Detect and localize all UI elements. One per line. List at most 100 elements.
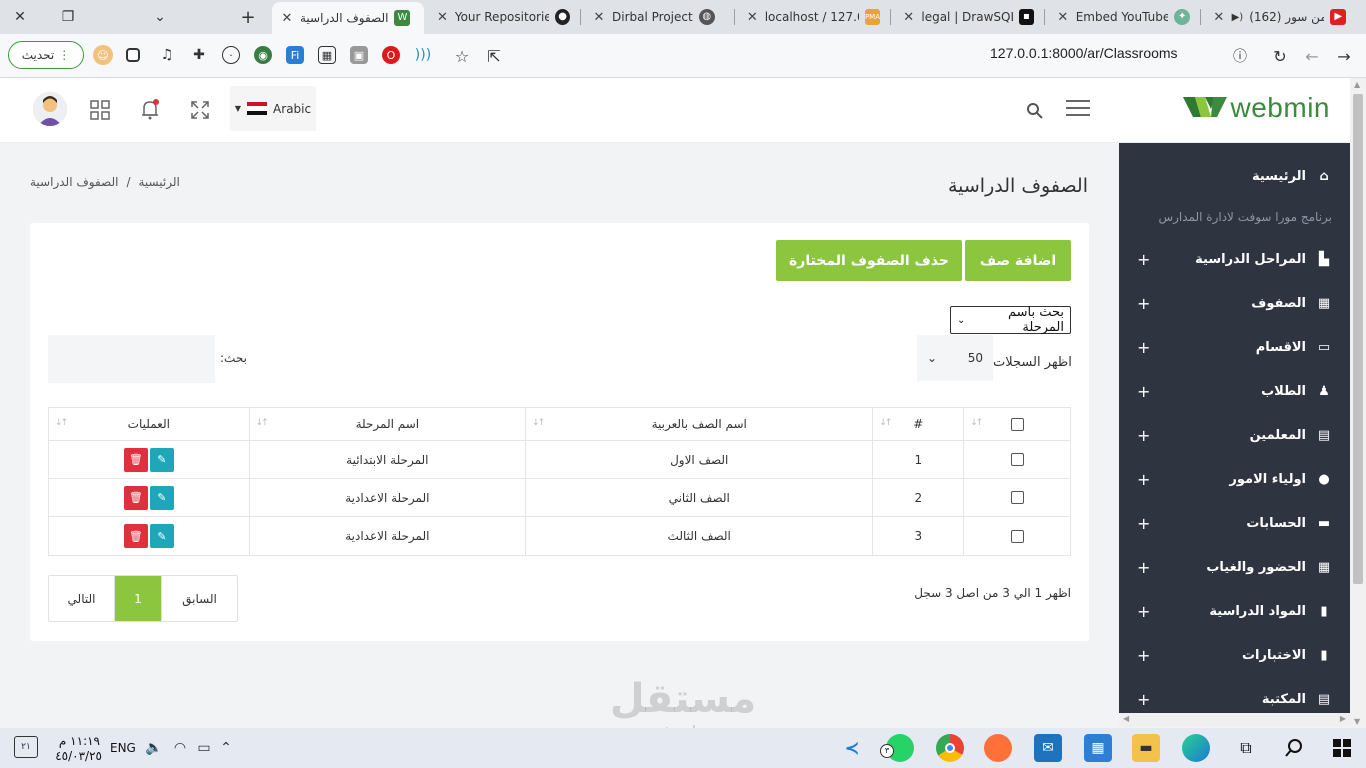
delete-selected-button[interactable]: حذف الصفوف المختارة (776, 240, 962, 281)
search-taskbar-icon[interactable] (1280, 734, 1308, 762)
sidebar-horizontal-scrollbar[interactable]: ◀ ▶ (1119, 713, 1350, 727)
input-language[interactable]: ENG (110, 741, 136, 755)
file-explorer-icon[interactable]: ▬ (1132, 734, 1160, 762)
extension-circle-icon[interactable]: · (222, 46, 240, 64)
close-tab-icon[interactable]: ✕ (1212, 10, 1226, 25)
apps-grid-icon[interactable] (88, 98, 112, 122)
tab-classrooms[interactable]: ✕ الصفوف الدراسية W (272, 2, 424, 34)
whatsapp-icon[interactable]: ٣ (880, 734, 914, 762)
row-checkbox[interactable] (1010, 491, 1024, 504)
num-header[interactable]: # ↑↓ (872, 408, 963, 440)
sidebar-item-exams[interactable]: ▮ الاختبارات + (1119, 633, 1350, 677)
previous-page-button[interactable]: السابق (161, 576, 237, 621)
actions-header[interactable]: العمليات ↑↓ (49, 408, 249, 440)
stage-header[interactable]: اسم المرحلة ↑↓ (248, 408, 525, 440)
expand-plus-icon[interactable]: + (1137, 514, 1150, 533)
mail-icon[interactable]: ✉ (1034, 734, 1062, 762)
windows-start-icon[interactable] (1328, 734, 1356, 762)
tab-dirbal[interactable]: ✕ Dirbal Project ◍ (584, 0, 732, 34)
clock-date[interactable]: ٤٥/٠٣/٢٥ (54, 749, 102, 763)
task-view-icon[interactable]: ⧉ (1232, 734, 1260, 762)
next-page-button[interactable]: التالي (49, 576, 115, 621)
extension-fi-icon[interactable]: Fi (286, 46, 304, 64)
expand-plus-icon[interactable]: + (1137, 338, 1150, 357)
site-info-icon[interactable]: ⓘ (1228, 44, 1252, 68)
expand-plus-icon[interactable]: + (1137, 646, 1150, 665)
tab-localhost[interactable]: ✕ localhost / 127.0. PMA (738, 0, 888, 34)
expand-plus-icon[interactable]: + (1137, 470, 1150, 489)
close-tab-icon[interactable]: ✕ (1056, 10, 1070, 25)
minimize-window-icon[interactable]: ⌄ (140, 0, 180, 34)
chrome-icon[interactable] (936, 734, 964, 762)
sidebar-item-parents[interactable]: ● اولياء الامور + (1119, 457, 1350, 501)
update-button[interactable]: تحديث ⋮ (8, 41, 84, 69)
extension-wave-icon[interactable]: ))) (414, 46, 432, 64)
edge-icon[interactable] (1182, 734, 1210, 762)
sidebar-item-subjects[interactable]: ▮ المواد الدراسية + (1119, 589, 1350, 633)
profile-avatar-icon[interactable]: ☺ (93, 45, 113, 65)
forward-arrow-icon[interactable]: → (1332, 44, 1356, 68)
sidebar-item-attendance[interactable]: ▦ الحضور والغياب + (1119, 545, 1350, 589)
current-page-button[interactable]: 1 (115, 576, 161, 621)
sort-icon[interactable]: ↑↓ (970, 418, 983, 428)
sidebar-item-teachers[interactable]: ▤ المعلمين + (1119, 413, 1350, 457)
sidebar-item-home[interactable]: ⌂ الرئيسية (1119, 154, 1350, 198)
volume-icon[interactable]: 🔈 (140, 734, 168, 762)
extension-image-icon[interactable]: ▣ (350, 46, 368, 64)
clock-time[interactable]: ١١:١٩ م (52, 734, 100, 748)
url-text[interactable]: 127.0.0.1:8000/ar/Classrooms (990, 45, 1230, 61)
row-checkbox[interactable] (1010, 529, 1024, 543)
page-length-select[interactable]: ⌄ 50 (917, 335, 993, 381)
sidebar-toggle-icon[interactable] (126, 48, 140, 62)
search-input[interactable] (48, 335, 215, 383)
edit-pencil-icon[interactable]: ✎ (149, 524, 174, 548)
extension-globe-icon[interactable]: ◉ (254, 46, 272, 64)
tab-drawsql[interactable]: ✕ legal | DrawSQL ▪ (894, 0, 1042, 34)
page-scrollbar[interactable]: ▲ ▼ (1350, 78, 1366, 728)
breadcrumb-home-link[interactable]: الرئيسية (139, 175, 180, 189)
vscode-icon[interactable]: ≺ (838, 734, 866, 762)
tab-repositories[interactable]: ✕ Your Repositories ● (428, 0, 578, 34)
extension-adblock-icon[interactable]: O (382, 46, 400, 64)
tray-chevron-up-icon[interactable]: ⌃ (212, 734, 240, 762)
webmin-logo[interactable]: webmin (1182, 92, 1330, 124)
user-avatar[interactable] (33, 92, 67, 126)
fullscreen-icon[interactable] (188, 98, 212, 122)
menu-toggle-icon[interactable] (1066, 100, 1090, 120)
expand-plus-icon[interactable]: + (1137, 690, 1150, 709)
firefox-icon[interactable] (984, 734, 1012, 762)
sidebar-item-students[interactable]: ♟ الطلاب + (1119, 369, 1350, 413)
row-checkbox[interactable] (1010, 453, 1024, 466)
reload-icon[interactable]: ↻ (1268, 44, 1292, 68)
sidebar-item-sections[interactable]: ▭ الاقسام + (1119, 325, 1350, 369)
extension-qr-icon[interactable]: ▦ (318, 46, 336, 64)
expand-plus-icon[interactable]: + (1137, 294, 1150, 313)
media-icon[interactable]: ♫ (158, 46, 176, 64)
expand-plus-icon[interactable]: + (1137, 382, 1150, 401)
extensions-puzzle-icon[interactable]: ✚ (190, 46, 208, 64)
share-icon[interactable]: ⇱ (482, 44, 506, 68)
stage-filter-select[interactable]: بحث باسم المرحلة ⌄ (950, 305, 1071, 335)
back-arrow-icon[interactable]: ← (1300, 44, 1324, 68)
language-dropdown[interactable]: ▼ Arabic (230, 86, 316, 131)
sidebar-item-stages[interactable]: ▙ المراحل الدراسية + (1119, 237, 1350, 281)
new-tab-icon[interactable]: + (228, 0, 268, 34)
sidebar-item-classrooms[interactable]: ▦ الصفوف + (1119, 281, 1350, 325)
select-all-checkbox[interactable] (1010, 417, 1024, 431)
restore-window-icon[interactable]: ❐ (48, 0, 88, 34)
delete-trash-icon[interactable]: 🗑 (123, 524, 148, 548)
expand-plus-icon[interactable]: + (1137, 426, 1150, 445)
expand-plus-icon[interactable]: + (1137, 250, 1150, 269)
expand-plus-icon[interactable]: + (1137, 602, 1150, 621)
expand-plus-icon[interactable]: + (1137, 558, 1150, 577)
notification-bell-icon[interactable] (138, 98, 162, 122)
search-icon[interactable] (1026, 102, 1044, 120)
edit-pencil-icon[interactable]: ✎ (149, 485, 174, 510)
delete-trash-icon[interactable]: 🗑 (123, 485, 148, 510)
close-tab-icon[interactable]: ✕ (746, 10, 759, 25)
close-window-icon[interactable]: ✕ (0, 0, 40, 34)
scrollbar-thumb[interactable] (1353, 94, 1363, 584)
delete-trash-icon[interactable]: 🗑 (123, 447, 148, 472)
edit-pencil-icon[interactable]: ✎ (149, 447, 174, 472)
notification-center-icon[interactable]: ٢١ (14, 736, 38, 758)
